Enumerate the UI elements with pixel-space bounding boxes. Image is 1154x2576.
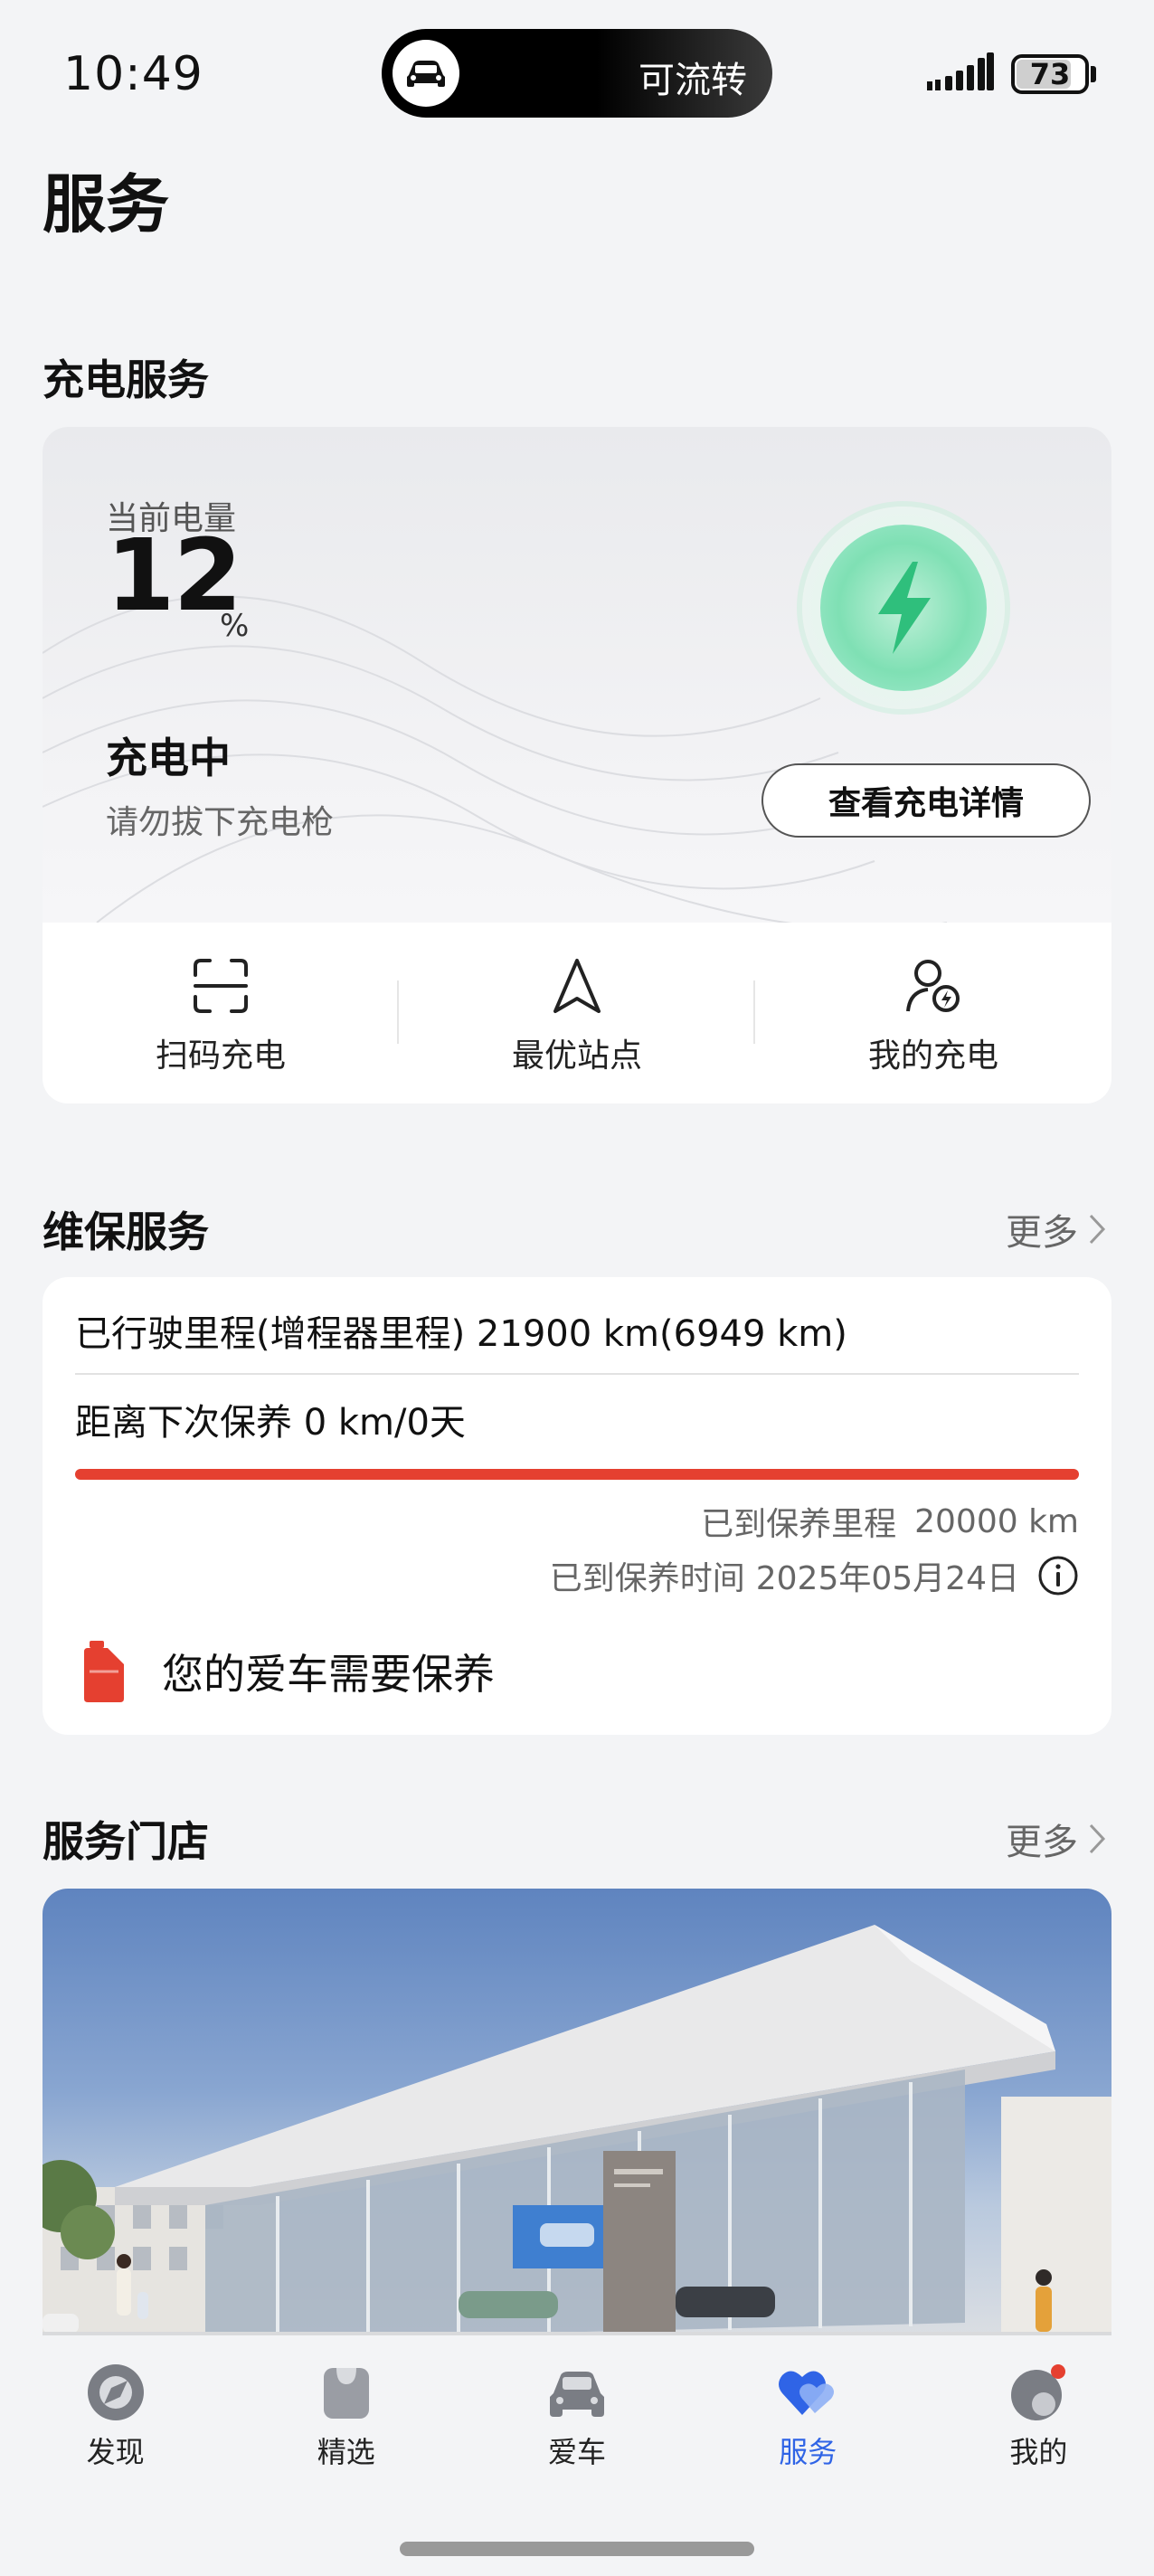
scan-icon: [194, 959, 248, 1013]
tab-car[interactable]: 爱车: [461, 2335, 692, 2471]
maintenance-progress-bar: [75, 1469, 1079, 1480]
charging-section-title: 充电服务: [43, 355, 209, 404]
maintenance-progress-fill: [75, 1469, 1079, 1480]
tab-service-label: 服务: [779, 2435, 837, 2469]
island-text: 可流转: [638, 60, 747, 101]
charging-actions: 扫码充电 最优站点 我的充电: [43, 923, 1111, 1103]
stores-more-label: 更多: [1006, 1822, 1078, 1863]
tab-featured-label: 精选: [317, 2435, 375, 2469]
charging-bolt-badge: [802, 507, 1005, 709]
battery-tip: [1091, 66, 1096, 82]
chevron-right-icon: [1089, 1214, 1106, 1245]
next-maintenance-text: 距离下次保养 0 km/0天: [75, 1402, 466, 1444]
tab-mine-label: 我的: [1009, 2435, 1068, 2469]
best-station-action[interactable]: 最优站点: [399, 923, 755, 1103]
due-mileage-label: 已到保养里程: [701, 1506, 897, 1543]
charging-detail-button[interactable]: 查看充电详情: [761, 763, 1091, 838]
store-building-illustration: [43, 1925, 1111, 2341]
tab-featured[interactable]: 精选: [231, 2335, 461, 2471]
due-time-value: 2025年05月24日: [755, 1560, 1019, 1597]
charging-hint: 请勿拔下充电枪: [106, 804, 335, 841]
maintenance-more-link[interactable]: 更多: [1006, 1203, 1107, 1255]
status-time: 10:49: [63, 47, 203, 101]
discover-icon: [87, 2364, 144, 2420]
due-time-row: 已到保养时间 2025年05月24日: [550, 1552, 1079, 1599]
battery-percent-unit: %: [220, 608, 250, 644]
info-icon[interactable]: [1037, 1555, 1079, 1596]
stores-more-link[interactable]: 更多: [1006, 1813, 1107, 1865]
maintenance-alert-text: 您的爱车需要保养: [162, 1650, 495, 1699]
maintenance-alert[interactable]: 您的爱车需要保养: [75, 1639, 495, 1704]
tab-service[interactable]: 服务: [693, 2335, 923, 2471]
mileage-text: 已行驶里程(增程器里程) 21900 km(6949 km): [75, 1313, 847, 1355]
due-mileage-row: 已到保养里程 20000 km: [701, 1498, 1079, 1545]
page-title: 服务: [43, 167, 169, 242]
dynamic-island[interactable]: 可流转: [382, 29, 772, 118]
divider: [75, 1373, 1079, 1375]
best-station-label: 最优站点: [511, 1037, 642, 1075]
my-charge-action[interactable]: 我的充电: [755, 923, 1111, 1103]
stores-section-title: 服务门店: [43, 1817, 209, 1866]
charging-card[interactable]: 当前电量 12 % 充电中 请勿拔下充电枪 查看充电详情 扫码充电 最优站点 我…: [43, 427, 1111, 1103]
bottom-tab-bar: 发现 精选 爱车 服务 我的: [0, 2335, 1154, 2576]
tab-discover-label: 发现: [86, 2435, 145, 2469]
my-charge-label: 我的充电: [867, 1037, 998, 1075]
heart-service-icon: [779, 2371, 835, 2415]
maintenance-more-label: 更多: [1006, 1212, 1078, 1254]
due-mileage-value: 20000 km: [914, 1502, 1079, 1540]
shopping-bag-icon: [323, 2368, 369, 2419]
maintenance-section-title: 维保服务: [43, 1208, 209, 1256]
charging-status-panel: 当前电量 12 % 充电中 请勿拔下充电枪 查看充电详情: [43, 427, 1111, 923]
user-charge-icon: [906, 960, 960, 1012]
lightning-icon: [878, 562, 931, 654]
navigation-arrow-icon: [553, 959, 601, 1013]
tab-car-label: 爱车: [548, 2435, 607, 2469]
home-indicator[interactable]: [400, 2542, 754, 2556]
profile-icon: [1011, 2364, 1066, 2420]
scan-charge-action[interactable]: 扫码充电: [43, 923, 399, 1103]
signal-icon: [927, 52, 994, 90]
status-bar: 10:49 可流转 73: [0, 0, 1154, 145]
oil-can-icon: [84, 1641, 124, 1702]
charging-state: 充电中: [106, 734, 231, 782]
due-time-label: 已到保养时间: [549, 1560, 745, 1597]
service-store-image[interactable]: [43, 1889, 1111, 2341]
battery-level: 73: [1029, 57, 1071, 91]
battery-icon: 73: [1011, 54, 1089, 94]
scan-charge-label: 扫码充电: [155, 1037, 286, 1075]
car-icon: [393, 40, 459, 107]
chevron-right-icon: [1089, 1823, 1106, 1854]
maintenance-card[interactable]: 已行驶里程(增程器里程) 21900 km(6949 km) 距离下次保养 0 …: [43, 1277, 1111, 1735]
tab-discover[interactable]: 发现: [0, 2335, 231, 2471]
tab-mine[interactable]: 我的: [923, 2335, 1154, 2471]
car-icon: [550, 2372, 604, 2417]
